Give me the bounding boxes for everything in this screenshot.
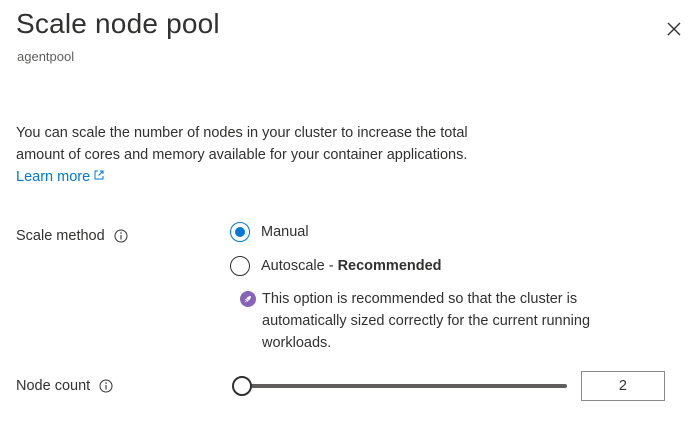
radio-autoscale-circle[interactable] (230, 256, 250, 276)
close-icon (667, 22, 681, 36)
external-link-icon (94, 170, 104, 180)
node-count-slider-thumb[interactable] (232, 376, 252, 396)
radio-autoscale[interactable]: Autoscale - Recommended (230, 256, 442, 276)
panel-subtitle: agentpool (17, 49, 75, 64)
node-count-slider-track[interactable] (242, 384, 567, 388)
recommended-text: Recommended (337, 258, 442, 274)
panel-title: Scale node pool (16, 8, 220, 39)
description: You can scale the number of nodes in you… (16, 122, 476, 188)
scale-method-label: Scale method (16, 228, 128, 244)
rocket-icon (240, 291, 256, 307)
recommendation-note: This option is recommended so that the c… (240, 288, 662, 354)
learn-more-link[interactable]: Learn more (16, 169, 105, 185)
info-icon[interactable] (99, 379, 113, 393)
radio-manual-circle[interactable] (230, 222, 250, 242)
close-button[interactable] (664, 19, 684, 39)
node-count-input[interactable] (581, 371, 665, 401)
node-count-label: Node count (16, 378, 113, 394)
info-icon[interactable] (114, 229, 128, 243)
radio-manual[interactable]: Manual (230, 222, 309, 242)
description-text: You can scale the number of nodes in you… (16, 125, 468, 163)
